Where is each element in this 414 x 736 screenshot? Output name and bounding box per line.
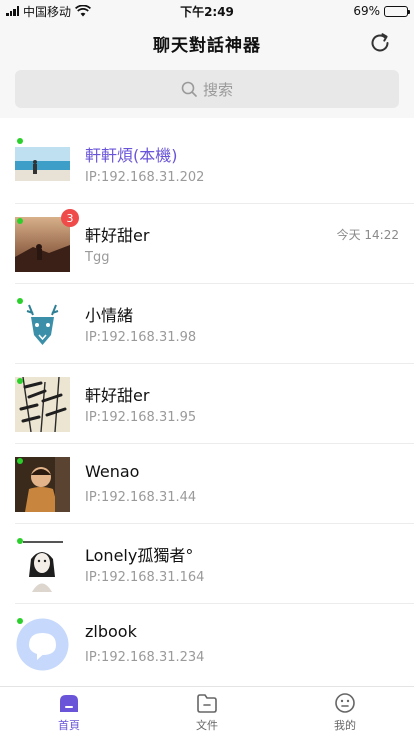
tab-files-label: 文件 <box>196 719 218 732</box>
status-left: 中国移动 <box>6 3 146 20</box>
contact-name: Lonely孤獨者° <box>85 546 194 565</box>
contact-row[interactable]: 軒好甜er IP:192.168.31.95 <box>0 364 414 444</box>
tab-bar: 首頁 文件 我的 <box>0 686 414 736</box>
online-indicator <box>17 218 23 224</box>
avatar <box>15 217 70 272</box>
wifi-icon <box>75 5 92 17</box>
contact-row[interactable]: zlbook IP:192.168.31.234 <box>0 604 414 684</box>
unread-badge: 3 <box>61 209 79 227</box>
tab-me[interactable]: 我的 <box>276 687 414 736</box>
folder-icon <box>197 694 217 713</box>
online-indicator <box>17 378 23 384</box>
avatar <box>15 457 70 512</box>
page-title: 聊天對話神器 <box>153 35 261 56</box>
online-indicator <box>17 538 23 544</box>
battery-icon <box>384 5 410 17</box>
message-time: 今天 14:22 <box>336 228 399 242</box>
contact-row[interactable]: Lonely孤獨者° IP:192.168.31.164 <box>0 524 414 604</box>
status-bar: 中国移动 下午2:49 69% <box>0 0 414 22</box>
online-indicator <box>17 138 23 144</box>
contact-ip: IP:192.168.31.98 <box>85 330 197 345</box>
search-area: 搜索 <box>0 64 414 118</box>
contact-row[interactable]: 小情緒 IP:192.168.31.98 <box>0 284 414 364</box>
contact-name: 軒好甜er <box>85 226 150 245</box>
contact-last-message: Tgg <box>85 250 110 265</box>
contact-ip: IP:192.168.31.95 <box>85 410 197 425</box>
online-indicator <box>17 458 23 464</box>
tab-home[interactable]: 首頁 <box>0 687 138 736</box>
contact-ip: IP:192.168.31.164 <box>85 570 205 585</box>
avatar <box>15 137 70 192</box>
contact-row[interactable]: Wenao IP:192.168.31.44 <box>0 444 414 524</box>
contact-ip: IP:192.168.31.234 <box>85 650 205 665</box>
search-input[interactable]: 搜索 <box>15 70 399 108</box>
tab-me-label: 我的 <box>334 719 356 732</box>
tab-home-label: 首頁 <box>58 719 80 732</box>
avatar <box>15 537 70 592</box>
contact-row[interactable]: 3 軒好甜er Tgg 今天 14:22 <box>0 204 414 284</box>
search-placeholder: 搜索 <box>202 80 233 99</box>
contact-ip: IP:192.168.31.202 <box>85 170 205 185</box>
avatar <box>16 618 69 671</box>
carrier-label: 中国移动 <box>23 4 72 19</box>
online-indicator <box>17 618 23 624</box>
avatar <box>15 377 70 432</box>
status-time: 下午2:49 <box>180 4 234 19</box>
nav-bar: 聊天對話神器 <box>0 22 414 64</box>
battery-percent: 69% <box>353 4 380 18</box>
contact-name: zlbook <box>85 622 137 641</box>
profile-icon <box>335 693 355 713</box>
tab-files[interactable]: 文件 <box>138 687 276 736</box>
contact-name: Wenao <box>85 462 140 481</box>
contact-ip: IP:192.168.31.44 <box>85 490 197 505</box>
home-icon <box>60 695 78 712</box>
contact-name: 小情緒 <box>85 306 134 325</box>
status-right: 69% <box>268 4 410 18</box>
refresh-icon[interactable] <box>368 31 392 55</box>
search-icon <box>181 81 197 97</box>
contact-name: 軒軒煩(本機) <box>85 146 178 165</box>
contact-list: 軒軒煩(本機) IP:192.168.31.202 3 軒好甜er Tgg 今天… <box>0 124 414 684</box>
avatar <box>15 297 70 352</box>
contact-row[interactable]: 軒軒煩(本機) IP:192.168.31.202 <box>0 124 414 204</box>
contact-name: 軒好甜er <box>85 386 150 405</box>
signal-icon <box>6 6 19 16</box>
online-indicator <box>17 298 23 304</box>
